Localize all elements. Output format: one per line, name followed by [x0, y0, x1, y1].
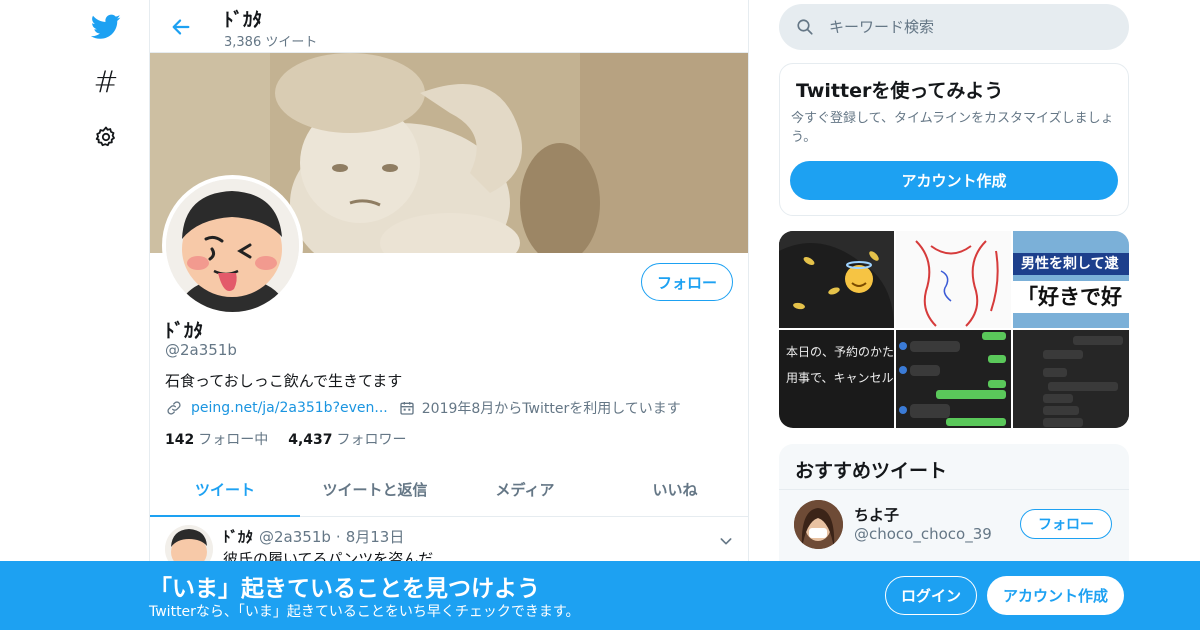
- profile-name: ﾄﾞｶﾀ: [165, 320, 204, 342]
- tweet-header: ﾄﾞｶﾀ @2a351b · 8月13日: [223, 526, 404, 547]
- recommended-title: おすすめツイート: [795, 460, 948, 482]
- following-stat[interactable]: 142 フォロー中: [165, 429, 268, 449]
- chevron-down-icon[interactable]: [714, 529, 738, 553]
- signup-card-title: Twitterを使ってみよう: [796, 80, 1004, 102]
- calendar-icon: [398, 399, 416, 417]
- search-input[interactable]: キーワード検索: [829, 4, 934, 50]
- signup-card-description: 今すぐ登録して、タイムラインをカスタマイズしましょう。: [791, 111, 1114, 145]
- recommended-user-name[interactable]: ちよ子: [854, 504, 899, 525]
- profile-website-link[interactable]: peing.net/ja/2a351b?even...: [191, 400, 388, 416]
- following-count: 142: [165, 432, 195, 448]
- header-profile-name: ﾄﾞｶﾀ: [224, 9, 263, 31]
- media-grid: 男性を刺して逮 「好きで好 本日の、予約のかた、 用事で、キャンセルに: [779, 231, 1129, 428]
- tweet-separator: ·: [335, 527, 341, 546]
- tab-likes[interactable]: いいね: [600, 462, 748, 516]
- divider: [779, 489, 1129, 490]
- bottom-signup-bar: 「いま」起きていることを見つけよう Twitterなら、「いま」起きていることを…: [0, 561, 1200, 630]
- media-news-caption-1: 男性を刺して逮: [1013, 253, 1129, 275]
- recommended-user-avatar[interactable]: [794, 500, 843, 549]
- profile-avatar[interactable]: [162, 175, 303, 316]
- recommended-follow-button[interactable]: フォロー: [1020, 509, 1112, 539]
- followers-count: 4,437: [288, 432, 333, 448]
- tweet-author-name[interactable]: ﾄﾞｶﾀ: [223, 526, 253, 547]
- twitter-logo-icon[interactable]: [88, 9, 124, 45]
- link-icon: [165, 399, 183, 417]
- profile-tabs: ツイート ツイートと返信 メディア いいね: [150, 462, 748, 517]
- media-thumbnail[interactable]: 本日の、予約のかた、 用事で、キャンセルに: [779, 330, 894, 428]
- header-tweet-count: 3,386 ツイート: [224, 35, 318, 50]
- search-icon: [796, 18, 814, 40]
- following-label: フォロー中: [198, 432, 269, 448]
- tab-media[interactable]: メディア: [450, 462, 600, 516]
- tweet-date[interactable]: 8月13日: [346, 526, 405, 547]
- followers-stat[interactable]: 4,437 フォロワー: [288, 429, 406, 449]
- media-text-line-1: 本日の、予約のかた、: [786, 345, 894, 359]
- followers-label: フォロワー: [336, 432, 407, 448]
- create-account-button[interactable]: アカウント作成: [790, 161, 1118, 200]
- media-text-line-2: 用事で、キャンセルに: [786, 371, 894, 385]
- media-thumbnail[interactable]: [896, 330, 1011, 428]
- tab-tweets-and-replies[interactable]: ツイートと返信: [300, 462, 450, 516]
- hashtag-icon[interactable]: #: [88, 64, 124, 100]
- login-button[interactable]: ログイン: [885, 576, 977, 615]
- bottom-bar-title: 「いま」起きていることを見つけよう: [149, 576, 540, 602]
- profile-meta: peing.net/ja/2a351b?even... 2019年8月からTwi…: [165, 398, 681, 418]
- tweet-author-handle: @2a351b: [259, 527, 331, 546]
- profile-stats: 142 フォロー中 4,437 フォロワー: [165, 429, 427, 449]
- profile-header-bar: ﾄﾞｶﾀ 3,386 ツイート: [150, 0, 748, 53]
- settings-gear-icon[interactable]: [88, 119, 124, 155]
- tab-tweets[interactable]: ツイート: [150, 462, 300, 517]
- media-thumbnail[interactable]: [779, 231, 894, 328]
- profile-handle: @2a351b: [165, 341, 237, 359]
- left-nav: #: [80, 0, 130, 630]
- bottom-bar-subtitle: Twitterなら、「いま」起きていることをいち早くチェックできます。: [149, 604, 580, 620]
- media-news-caption-2: 「好きで好: [1013, 281, 1129, 313]
- media-thumbnail[interactable]: [896, 231, 1011, 328]
- profile-joined-date: 2019年8月からTwitterを利用しています: [421, 401, 681, 417]
- recommended-user-handle: @choco_choco_39: [854, 525, 992, 543]
- media-thumbnail[interactable]: 男性を刺して逮 「好きで好: [1013, 231, 1129, 328]
- bottom-create-account-button[interactable]: アカウント作成: [987, 576, 1124, 615]
- back-arrow-icon[interactable]: [164, 10, 198, 44]
- media-thumbnail[interactable]: [1013, 330, 1129, 428]
- profile-column: ﾄﾞｶﾀ 3,386 ツイート フォロー ﾄﾞｶﾀ @2a351b 石食っておし…: [149, 0, 749, 630]
- signup-card: Twitterを使ってみよう 今すぐ登録して、タイムラインをカスタマイズしましょ…: [779, 63, 1129, 216]
- search-bar[interactable]: キーワード検索: [779, 4, 1129, 50]
- profile-follow-button[interactable]: フォロー: [641, 263, 733, 301]
- profile-bio: 石食っておしっこ飲んで生きてます: [165, 372, 403, 390]
